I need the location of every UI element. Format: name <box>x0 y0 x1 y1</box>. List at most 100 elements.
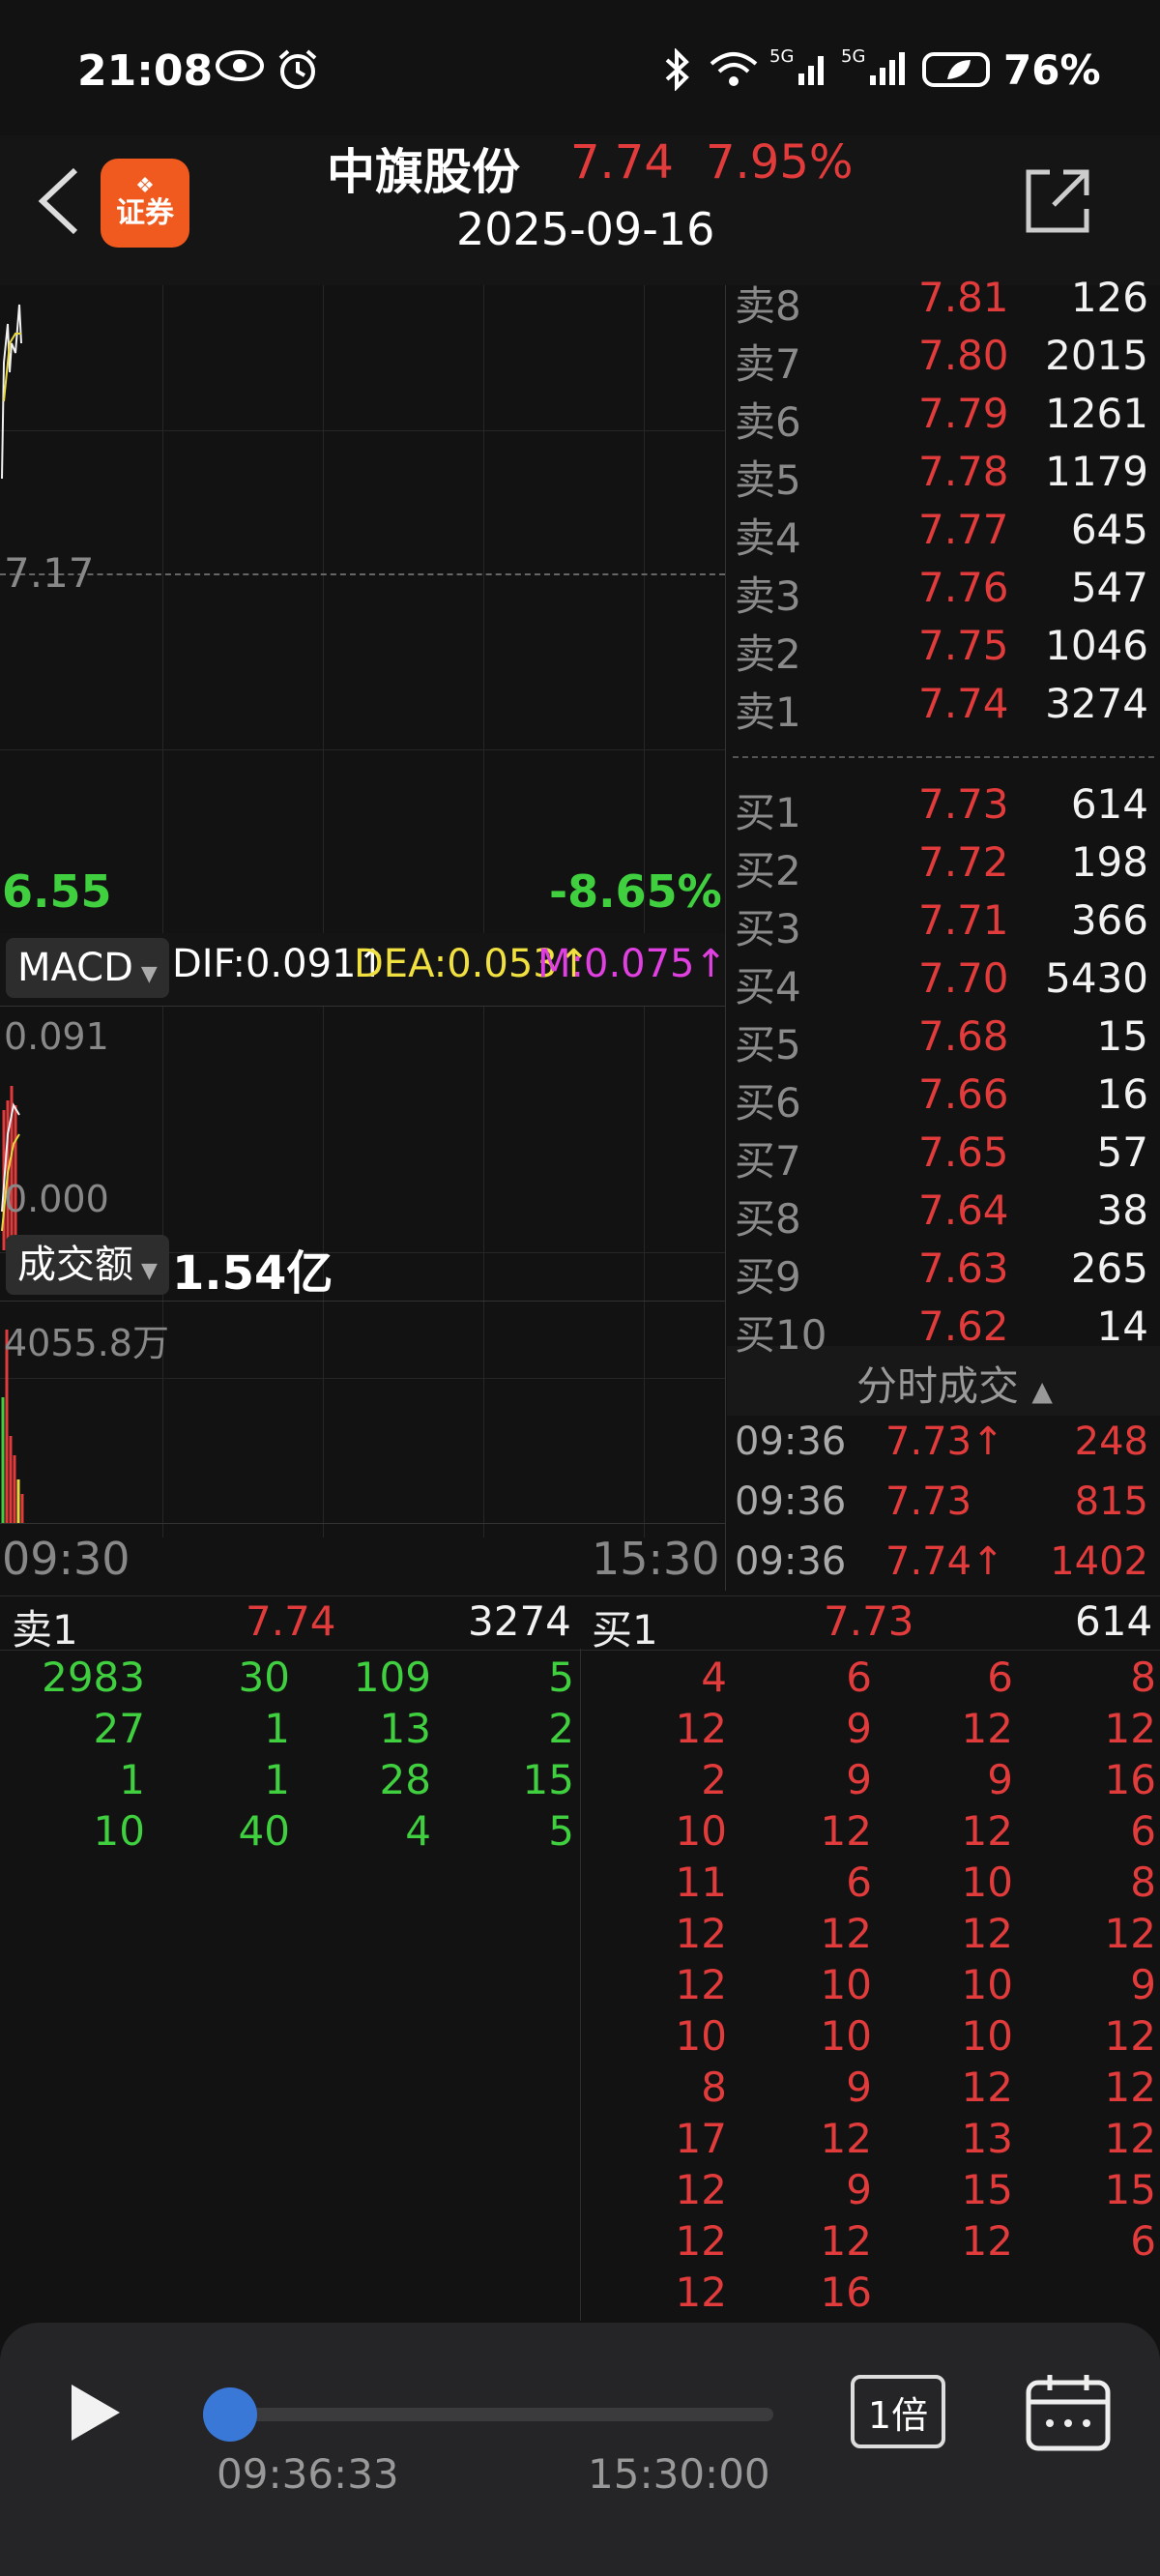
slider-handle[interactable] <box>203 2387 257 2442</box>
play-button[interactable] <box>66 2381 124 2444</box>
replay-player <box>0 2323 1160 2576</box>
bid-qty: 38 <box>1096 1186 1148 1234</box>
ask-row[interactable]: 卖1 7.74 3274 <box>727 680 1160 738</box>
ask-row[interactable]: 卖6 7.79 1261 <box>727 390 1160 448</box>
tick-row: 09:36 7.73 815 <box>727 1479 1160 1539</box>
ask-price: 7.81 <box>918 274 1009 321</box>
signal-5g-icon-2: 5G <box>841 44 909 100</box>
bid-row[interactable]: 买9 7.63 265 <box>727 1244 1160 1303</box>
buy-queue-order: 12 <box>675 2166 727 2213</box>
alarm-icon <box>276 48 319 100</box>
ask-price: 7.77 <box>918 506 1009 553</box>
tick-row: 09:36 7.74↑ 1402 <box>727 1539 1160 1599</box>
stock-change-pct: 7.95% <box>706 135 854 190</box>
buy-queue-order: 17 <box>675 2115 727 2162</box>
bid-row[interactable]: 买5 7.68 15 <box>727 1012 1160 1070</box>
buy-queue-order: 12 <box>675 2217 727 2265</box>
macd-axis-zero: 0.000 <box>4 1178 109 1220</box>
prev-close-label: 7.17 <box>4 549 95 597</box>
buy-queue-order: 12 <box>675 1705 727 1752</box>
indicator-selector-label: MACD <box>17 946 133 990</box>
bluetooth-icon <box>663 47 692 100</box>
ask-row[interactable]: 卖5 7.78 1179 <box>727 448 1160 506</box>
volume-axis-top: 4055.8万 <box>4 1322 169 1364</box>
indicator-selector[interactable]: MACD ▼ <box>6 938 169 998</box>
tick-volume: 815 <box>1074 1479 1148 1524</box>
bid-row[interactable]: 买6 7.66 16 <box>727 1070 1160 1128</box>
buy-queue-order: 12 <box>820 1807 872 1855</box>
tick-price: 7.73 <box>885 1479 972 1524</box>
buy-queue-order: 10 <box>820 2012 872 2060</box>
buy-queue-order: 10 <box>961 2012 1013 2060</box>
trade-date[interactable]: 2025-09-16 <box>456 203 714 255</box>
ask-level-label: 卖8 <box>735 282 801 330</box>
buy-queue-order: 12 <box>820 2115 872 2162</box>
buy-queue-order: 8 <box>1130 1859 1156 1906</box>
buy-queue-order: 12 <box>961 1807 1013 1855</box>
eye-icon <box>215 46 265 94</box>
buy-queue-order: 12 <box>675 1910 727 1957</box>
signal-5g-icon: 5G <box>769 44 831 100</box>
bid-row[interactable]: 买3 7.71 366 <box>727 896 1160 954</box>
back-button[interactable] <box>33 162 87 240</box>
ask-row[interactable]: 卖8 7.81 126 <box>727 274 1160 332</box>
ask-row[interactable]: 卖4 7.77 645 <box>727 506 1160 564</box>
bid-row[interactable]: 买10 7.62 14 <box>727 1303 1160 1361</box>
buy-queue-order: 16 <box>820 2269 872 2316</box>
svg-text:5G: 5G <box>769 46 794 67</box>
buy-queue-order: 10 <box>820 1961 872 2008</box>
tick-row: 09:36 7.73↑ 248 <box>727 1420 1160 1479</box>
buy-queue-order: 12 <box>675 1961 727 2008</box>
queue-divider <box>580 1649 581 2321</box>
bid-row[interactable]: 买8 7.64 38 <box>727 1186 1160 1244</box>
replay-current-time: 09:36:33 <box>217 2450 399 2498</box>
dropdown-triangle-icon: ▼ <box>140 962 158 986</box>
buy-queue-order: 15 <box>1104 2166 1156 2213</box>
ask-row[interactable]: 卖2 7.75 1046 <box>727 622 1160 680</box>
sell-queue-order: 30 <box>238 1654 290 1701</box>
buy-queue-order: 12 <box>1104 2012 1156 2060</box>
queue-header <box>0 1595 1160 1651</box>
ask-row[interactable]: 卖7 7.80 2015 <box>727 332 1160 390</box>
ticks-title-label: 分时成交 <box>856 1362 1020 1410</box>
bid-row[interactable]: 买1 7.73 614 <box>727 780 1160 838</box>
buy-queue-order: 12 <box>1104 2115 1156 2162</box>
buy-queue-order: 10 <box>675 2012 727 2060</box>
queue-sell-label: 卖1 <box>12 1606 78 1654</box>
ask-price: 7.74 <box>918 680 1009 727</box>
ask-price: 7.78 <box>918 448 1009 495</box>
calendar-icon <box>1026 2375 1111 2451</box>
ask-qty: 3274 <box>1045 680 1148 727</box>
ask-level-label: 卖5 <box>735 456 801 504</box>
buy-queue-order: 11 <box>675 1859 727 1906</box>
ask-qty: 547 <box>1070 564 1148 611</box>
sell-queue-order: 27 <box>93 1705 145 1752</box>
bid-qty: 366 <box>1070 896 1148 944</box>
bid-row[interactable]: 买7 7.65 57 <box>727 1128 1160 1186</box>
volume-selector[interactable]: 成交额 ▼ <box>6 1235 169 1295</box>
buy-queue-order: 9 <box>846 2064 872 2111</box>
play-icon <box>72 2385 120 2441</box>
bid-row[interactable]: 买2 7.72 198 <box>727 838 1160 896</box>
volume-selector-label: 成交额 <box>17 1243 133 1287</box>
queue-sell-price: 7.74 <box>246 1597 336 1645</box>
bid-level-label: 买1 <box>735 789 801 836</box>
replay-slider[interactable] <box>215 2408 773 2421</box>
ask-price: 7.80 <box>918 332 1009 379</box>
bid-level-label: 买3 <box>735 905 801 952</box>
tick-price: 7.73↑ <box>885 1420 1004 1464</box>
buy-queue-order: 12 <box>820 2217 872 2265</box>
speed-button[interactable]: 1倍 <box>851 2375 945 2448</box>
tick-volume: 248 <box>1074 1420 1148 1464</box>
bid-qty: 14 <box>1096 1303 1148 1350</box>
bid-price: 7.72 <box>918 838 1009 886</box>
ask-row[interactable]: 卖3 7.76 547 <box>727 564 1160 622</box>
ticks-title[interactable]: 分时成交 ▲ <box>856 1354 1053 1413</box>
bid-row[interactable]: 买4 7.70 5430 <box>727 954 1160 1012</box>
sell-queue-order: 13 <box>379 1705 431 1752</box>
share-icon <box>1026 169 1089 233</box>
buy-queue-order: 6 <box>846 1859 872 1906</box>
share-button[interactable] <box>1021 164 1094 238</box>
calendar-button[interactable] <box>1025 2373 1112 2452</box>
buy-queue-order: 12 <box>961 1910 1013 1957</box>
